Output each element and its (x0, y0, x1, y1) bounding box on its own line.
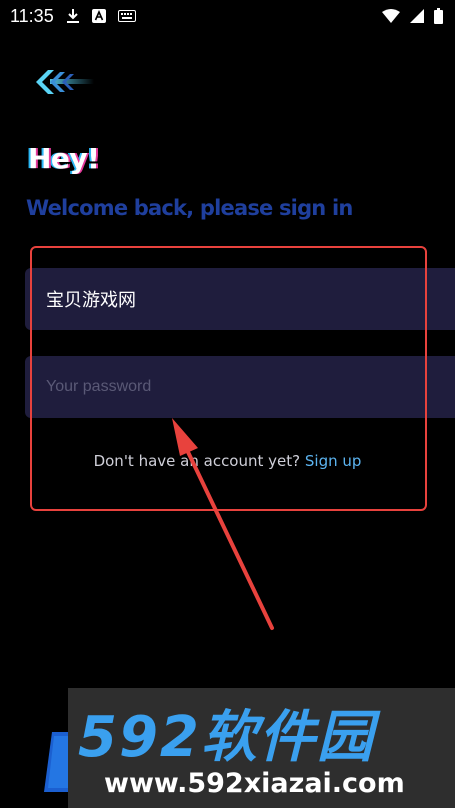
chevron-left-icon[interactable] (30, 68, 94, 96)
watermark-url: www.592xiazai.com (104, 768, 405, 799)
watermark-title: 592软件园 (78, 705, 375, 770)
greeting-title: Hey! (28, 142, 100, 175)
signal-icon (410, 9, 424, 23)
status-time: 11:35 (10, 5, 54, 26)
annotation-box (30, 246, 427, 511)
battery-icon (434, 8, 443, 24)
watermark-banner: 592软件园 www.592xiazai.com (68, 688, 455, 808)
text-a-icon (91, 9, 106, 23)
status-left: 11:35 (10, 6, 136, 27)
welcome-subtitle: Welcome back, please sign in (26, 196, 353, 220)
status-right (382, 8, 443, 24)
download-icon (66, 9, 79, 23)
wifi-icon (382, 9, 400, 23)
status-bar: 11:35 (0, 0, 455, 32)
keyboard-icon (117, 10, 136, 22)
